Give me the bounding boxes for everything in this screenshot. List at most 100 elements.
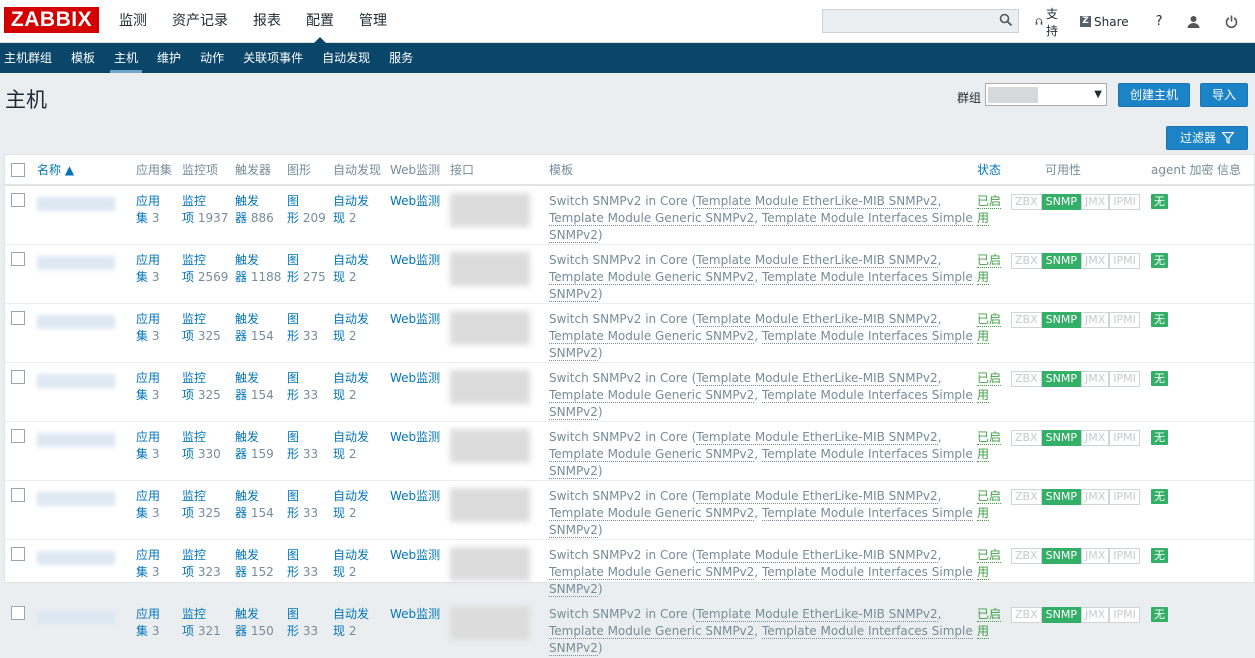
- applications-link[interactable]: 应用集 3: [136, 253, 160, 284]
- discovery-link[interactable]: 自动发现 2: [333, 312, 369, 343]
- discovery-link[interactable]: 自动发现 2: [333, 253, 369, 284]
- submenu-maintenance[interactable]: 维护: [153, 43, 185, 73]
- triggers-link[interactable]: 触发器 154: [235, 371, 274, 402]
- discovery-link[interactable]: 自动发现 2: [333, 548, 369, 579]
- column-name[interactable]: 名称 ▲: [37, 155, 136, 186]
- applications-link[interactable]: 应用集 3: [136, 194, 160, 225]
- submenu-services[interactable]: 服务: [385, 43, 417, 73]
- row-checkbox[interactable]: [11, 311, 25, 325]
- web-link[interactable]: Web监测: [390, 312, 440, 326]
- triggers-link[interactable]: 触发器 154: [235, 312, 274, 343]
- menu-inventory[interactable]: 资产记录: [172, 0, 228, 43]
- row-checkbox[interactable]: [11, 370, 25, 384]
- row-checkbox[interactable]: [11, 488, 25, 502]
- submenu-actions[interactable]: 动作: [196, 43, 228, 73]
- status-toggle[interactable]: 已启用: [977, 194, 1002, 226]
- template-link[interactable]: Template Module Generic SNMPv2: [549, 388, 755, 403]
- graphs-link[interactable]: 图形 33: [287, 489, 318, 520]
- template-link[interactable]: Template Module EtherLike-MIB SNMPv2: [696, 371, 938, 386]
- search-icon[interactable]: [999, 13, 1013, 30]
- zabbix-logo[interactable]: ZABBIX: [4, 7, 99, 33]
- triggers-link[interactable]: 触发器 886: [235, 194, 274, 225]
- host-name-link[interactable]: [37, 315, 115, 329]
- template-link[interactable]: Template Module EtherLike-MIB SNMPv2: [696, 607, 938, 622]
- web-link[interactable]: Web监测: [390, 253, 440, 267]
- web-link[interactable]: Web监测: [390, 194, 440, 208]
- share-link[interactable]: Z Share: [1080, 15, 1129, 29]
- profile-link[interactable]: [1187, 15, 1203, 28]
- applications-link[interactable]: 应用集 3: [136, 312, 160, 343]
- template-link[interactable]: Template Module Generic SNMPv2: [549, 565, 755, 580]
- menu-monitoring[interactable]: 监测: [119, 0, 147, 43]
- column-status[interactable]: 状态: [977, 155, 1011, 186]
- discovery-link[interactable]: 自动发现 2: [333, 371, 369, 402]
- web-link[interactable]: Web监测: [390, 371, 440, 385]
- triggers-link[interactable]: 触发器 154: [235, 489, 274, 520]
- graphs-link[interactable]: 图形 33: [287, 548, 318, 579]
- discovery-link[interactable]: 自动发现 2: [333, 430, 369, 461]
- template-link[interactable]: Template Module Generic SNMPv2: [549, 211, 755, 226]
- applications-link[interactable]: 应用集 3: [136, 489, 160, 520]
- template-link[interactable]: Template Module Generic SNMPv2: [549, 329, 755, 344]
- menu-configuration[interactable]: 配置: [306, 0, 334, 43]
- row-checkbox[interactable]: [11, 547, 25, 561]
- status-toggle[interactable]: 已启用: [977, 371, 1002, 403]
- host-name-link[interactable]: [37, 492, 115, 506]
- web-link[interactable]: Web监测: [390, 548, 440, 562]
- template-link[interactable]: Template Module Generic SNMPv2: [549, 506, 755, 521]
- graphs-link[interactable]: 图形 33: [287, 607, 318, 638]
- discovery-link[interactable]: 自动发现 2: [333, 489, 369, 520]
- applications-link[interactable]: 应用集 3: [136, 607, 160, 638]
- status-toggle[interactable]: 已启用: [977, 430, 1002, 462]
- host-name-link[interactable]: [37, 433, 115, 447]
- items-link[interactable]: 监控项 2569: [182, 253, 228, 284]
- submenu-host-groups[interactable]: 主机群组: [0, 43, 56, 73]
- triggers-link[interactable]: 触发器 150: [235, 607, 274, 638]
- menu-administration[interactable]: 管理: [359, 0, 387, 43]
- group-select[interactable]: ▼: [985, 83, 1107, 106]
- status-toggle[interactable]: 已启用: [977, 312, 1002, 344]
- submenu-event-correlation[interactable]: 关联项事件: [239, 43, 307, 73]
- triggers-link[interactable]: 触发器 159: [235, 430, 274, 461]
- graphs-link[interactable]: 图形 209: [287, 194, 326, 225]
- create-host-button[interactable]: 创建主机: [1118, 83, 1190, 107]
- items-link[interactable]: 监控项 325: [182, 371, 221, 402]
- template-link[interactable]: Template Module Generic SNMPv2: [549, 270, 755, 285]
- items-link[interactable]: 监控项 330: [182, 430, 221, 461]
- status-toggle[interactable]: 已启用: [977, 253, 1002, 285]
- graphs-link[interactable]: 图形 275: [287, 253, 326, 284]
- applications-link[interactable]: 应用集 3: [136, 371, 160, 402]
- template-link[interactable]: Template Module EtherLike-MIB SNMPv2: [696, 430, 938, 445]
- items-link[interactable]: 监控项 321: [182, 607, 221, 638]
- row-checkbox[interactable]: [11, 252, 25, 266]
- discovery-link[interactable]: 自动发现 2: [333, 194, 369, 225]
- host-name-link[interactable]: [37, 197, 115, 211]
- menu-reports[interactable]: 报表: [253, 0, 281, 43]
- submenu-templates[interactable]: 模板: [67, 43, 99, 73]
- web-link[interactable]: Web监测: [390, 430, 440, 444]
- status-toggle[interactable]: 已启用: [977, 607, 1002, 639]
- web-link[interactable]: Web监测: [390, 489, 440, 503]
- support-link[interactable]: 支持: [1035, 5, 1062, 39]
- items-link[interactable]: 监控项 325: [182, 489, 221, 520]
- host-name-link[interactable]: [37, 610, 115, 624]
- row-checkbox[interactable]: [11, 193, 25, 207]
- template-link[interactable]: Template Module EtherLike-MIB SNMPv2: [696, 253, 938, 268]
- applications-link[interactable]: 应用集 3: [136, 548, 160, 579]
- items-link[interactable]: 监控项 323: [182, 548, 221, 579]
- graphs-link[interactable]: 图形 33: [287, 312, 318, 343]
- row-checkbox[interactable]: [11, 429, 25, 443]
- status-toggle[interactable]: 已启用: [977, 548, 1002, 580]
- template-link[interactable]: Template Module EtherLike-MIB SNMPv2: [696, 489, 938, 504]
- template-link[interactable]: Template Module Generic SNMPv2: [549, 447, 755, 462]
- host-name-link[interactable]: [37, 374, 115, 388]
- triggers-link[interactable]: 触发器 152: [235, 548, 274, 579]
- items-link[interactable]: 监控项 1937: [182, 194, 228, 225]
- search-input[interactable]: [822, 9, 1019, 33]
- template-link[interactable]: Template Module EtherLike-MIB SNMPv2: [696, 312, 938, 327]
- filter-button[interactable]: 过滤器: [1166, 126, 1248, 150]
- host-name-link[interactable]: [37, 256, 115, 270]
- template-link[interactable]: Template Module Generic SNMPv2: [549, 624, 755, 639]
- submenu-discovery[interactable]: 自动发现: [318, 43, 374, 73]
- template-link[interactable]: Template Module EtherLike-MIB SNMPv2: [696, 548, 938, 563]
